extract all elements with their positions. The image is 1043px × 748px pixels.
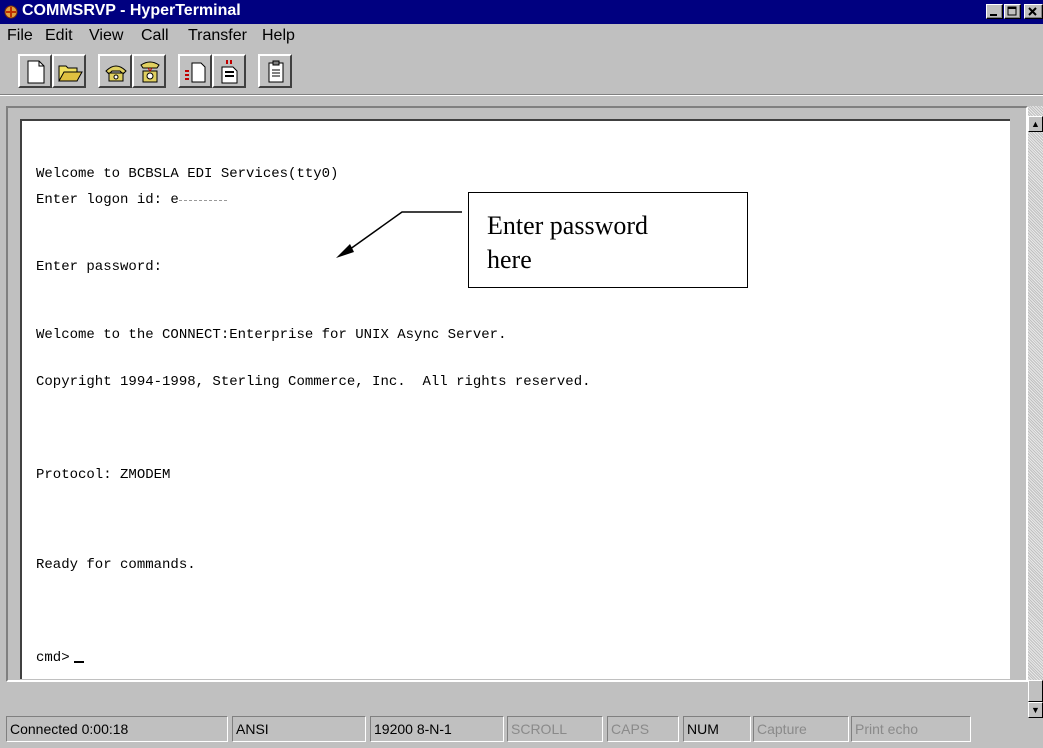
status-settings: 19200 8-N-1 (370, 716, 504, 742)
callout-text: Enter password here (487, 211, 649, 274)
window-title: COMMSRVP - HyperTerminal (22, 2, 241, 19)
toolbar-separator (0, 94, 1043, 96)
status-caps: CAPS (607, 716, 679, 742)
status-connected: Connected 0:00:18 (6, 716, 228, 742)
status-print-echo: Print echo (851, 716, 971, 742)
callout-arrow-icon (336, 211, 462, 258)
receive-file-icon (221, 60, 238, 84)
status-num: NUM (683, 716, 751, 742)
open-folder-icon (58, 65, 83, 82)
menu-bar: File Edit View Call Transfer Help (0, 24, 1043, 48)
hyperterminal-icon (4, 5, 18, 19)
menu-file[interactable]: File (7, 27, 33, 45)
send-button[interactable] (178, 54, 212, 88)
minimize-button[interactable] (986, 4, 1003, 19)
text-cursor (73, 661, 84, 663)
receive-button[interactable] (212, 54, 246, 88)
title-bar[interactable]: COMMSRVP - HyperTerminal (0, 0, 1043, 24)
send-file-icon (185, 62, 206, 83)
terminal-line: Copyright 1994-1998, Sterling Commerce, … (36, 374, 591, 390)
terminal-line: Ready for commands. (36, 557, 196, 573)
status-capture: Capture (753, 716, 849, 742)
maximize-button[interactable] (1004, 4, 1021, 19)
callout-box: Enter password here (468, 192, 748, 288)
minimize-icon (990, 14, 997, 16)
disconnect-button[interactable] (132, 54, 166, 88)
properties-button[interactable] (258, 54, 292, 88)
menu-call[interactable]: Call (141, 27, 169, 45)
menu-transfer[interactable]: Transfer (188, 27, 247, 45)
terminal-line: Welcome to BCBSLA EDI Services(tty0) (36, 166, 339, 182)
new-document-icon (27, 60, 45, 84)
menu-view[interactable]: View (89, 27, 123, 45)
terminal-line: Enter logon id: e (36, 192, 227, 208)
call-phone-icon (105, 65, 127, 82)
arrow-up-icon: ▲ (1031, 119, 1040, 129)
status-scroll: SCROLL (507, 716, 603, 742)
close-button[interactable] (1024, 4, 1043, 19)
close-icon (1028, 7, 1037, 16)
maximize-icon (1007, 6, 1017, 16)
menu-edit[interactable]: Edit (45, 27, 73, 45)
terminal-line: Welcome to the CONNECT:Enterprise for UN… (36, 327, 507, 343)
vertical-scrollbar[interactable]: ▲ ▼ (1028, 106, 1043, 718)
call-button[interactable] (98, 54, 132, 88)
menu-help[interactable]: Help (262, 27, 295, 45)
scroll-up-button[interactable]: ▲ (1028, 116, 1043, 132)
terminal-line: Enter password: (36, 259, 163, 275)
status-emulation: ANSI (232, 716, 366, 742)
open-button[interactable] (52, 54, 86, 88)
terminal-line: Protocol: ZMODEM (36, 467, 171, 483)
new-connection-button[interactable] (18, 54, 52, 88)
status-bar: Connected 0:00:18 ANSI 19200 8-N-1 SCROL… (0, 714, 1043, 748)
command-prompt: cmd> (36, 650, 84, 666)
redacted-logon (178, 199, 227, 201)
properties-icon (268, 60, 284, 83)
scroll-thumb[interactable] (1028, 680, 1043, 702)
disconnect-phone-icon (140, 61, 160, 83)
